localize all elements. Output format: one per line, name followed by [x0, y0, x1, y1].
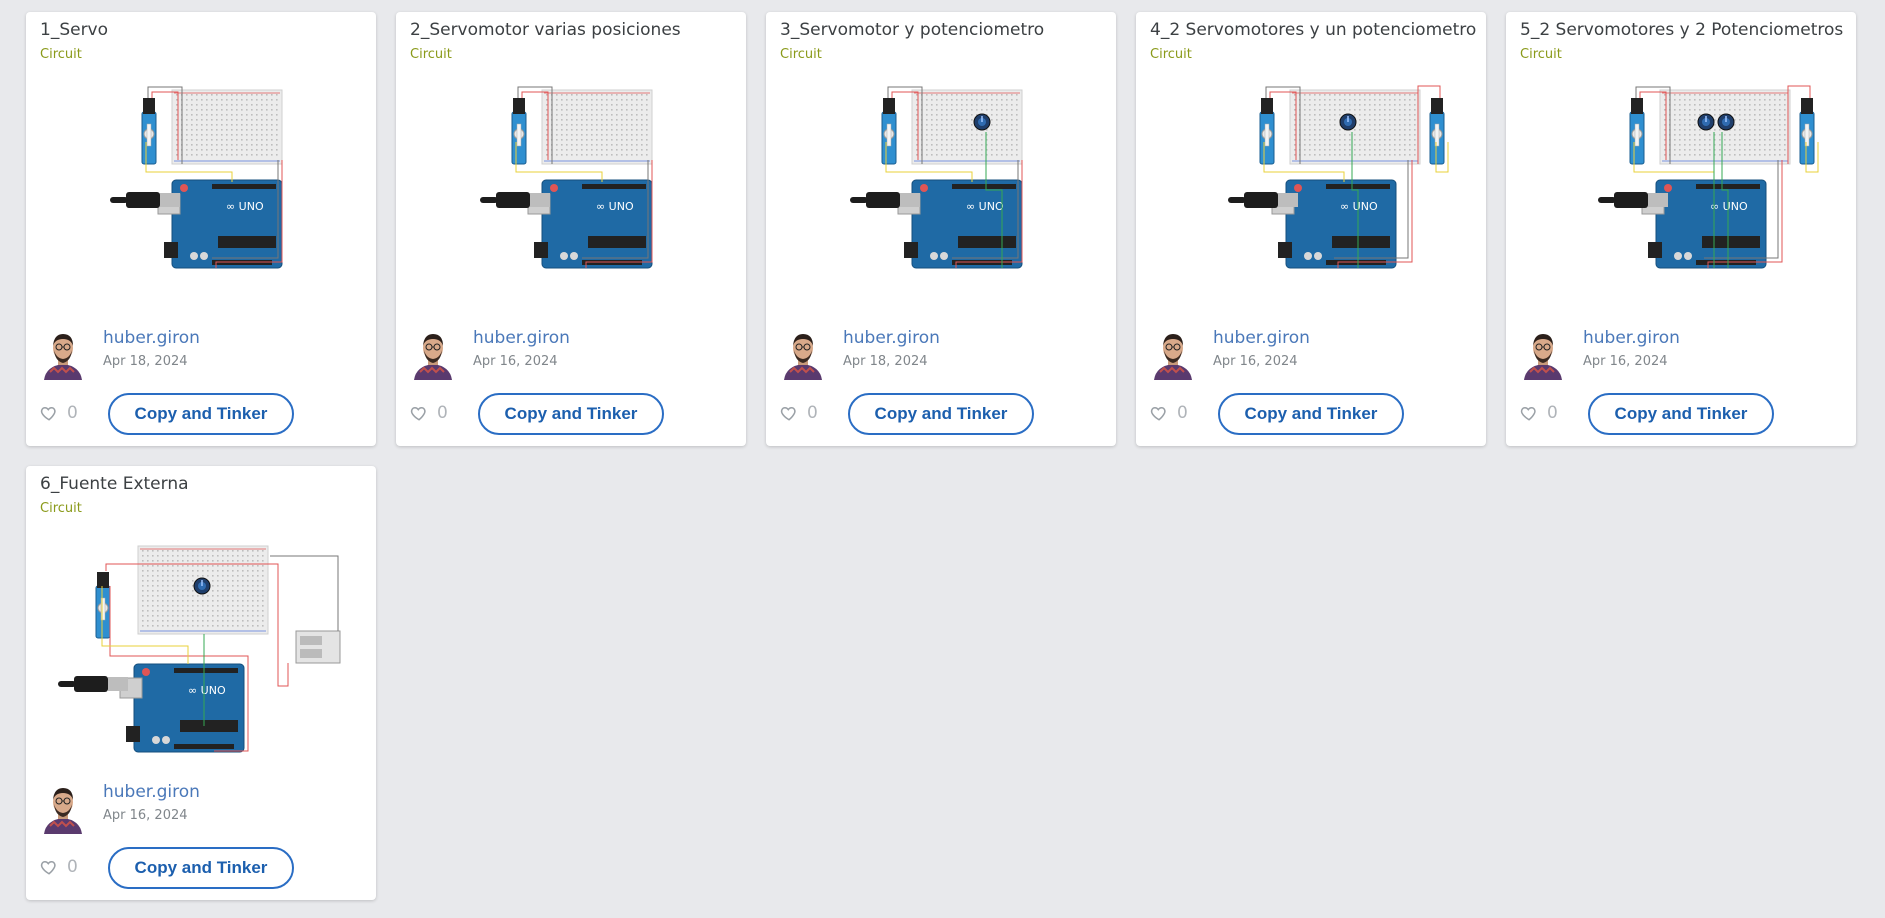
author-link[interactable]: huber.giron: [1583, 328, 1680, 348]
copy-and-tinker-button[interactable]: Copy and Tinker: [848, 393, 1034, 435]
like-count: 0: [67, 857, 78, 877]
design-card[interactable]: 4_2 Servomotores y un potenciometro Circ…: [1136, 12, 1486, 446]
author-link[interactable]: huber.giron: [473, 328, 570, 348]
heart-outline-icon[interactable]: [40, 404, 58, 422]
like-count: 0: [1547, 403, 1558, 423]
svg-text:∞ UNO: ∞ UNO: [966, 200, 1004, 213]
svg-text:∞ UNO: ∞ UNO: [226, 200, 264, 213]
design-card[interactable]: 1_Servo Circuit ∞ UNO huber.giron Apr 18…: [26, 12, 376, 446]
like-count: 0: [1177, 403, 1188, 423]
heart-outline-icon[interactable]: [1520, 404, 1538, 422]
author-link[interactable]: huber.giron: [1213, 328, 1310, 348]
user-avatar-icon[interactable]: [40, 782, 86, 834]
copy-and-tinker-button[interactable]: Copy and Tinker: [108, 847, 294, 889]
design-title[interactable]: 3_Servomotor y potenciometro: [780, 20, 1106, 40]
user-avatar-icon[interactable]: [780, 328, 826, 380]
author-link[interactable]: huber.giron: [843, 328, 940, 348]
design-type-label: Circuit: [410, 47, 452, 62]
author-link[interactable]: huber.giron: [103, 782, 200, 802]
design-date: Apr 16, 2024: [473, 354, 558, 369]
heart-outline-icon[interactable]: [1150, 404, 1168, 422]
design-type-label: Circuit: [40, 501, 82, 516]
heart-outline-icon[interactable]: [410, 404, 428, 422]
svg-text:∞ UNO: ∞ UNO: [188, 684, 226, 697]
design-type-label: Circuit: [40, 47, 82, 62]
heart-outline-icon[interactable]: [780, 404, 798, 422]
like-count: 0: [67, 403, 78, 423]
designs-grid: 1_Servo Circuit ∞ UNO huber.giron Apr 18…: [26, 12, 1862, 912]
like-count: 0: [807, 403, 818, 423]
design-date: Apr 16, 2024: [1583, 354, 1668, 369]
circuit-thumbnail[interactable]: ∞ UNO: [1518, 72, 1844, 322]
circuit-thumbnail[interactable]: ∞ UNO: [778, 72, 1104, 322]
design-date: Apr 16, 2024: [1213, 354, 1298, 369]
design-date: Apr 16, 2024: [103, 808, 188, 823]
circuit-thumbnail[interactable]: ∞ UNO: [1148, 72, 1474, 322]
design-title[interactable]: 6_Fuente Externa: [40, 474, 366, 494]
design-card[interactable]: 5_2 Servomotores y 2 Potenciometros Circ…: [1506, 12, 1856, 446]
like-count: 0: [437, 403, 448, 423]
copy-and-tinker-button[interactable]: Copy and Tinker: [1218, 393, 1404, 435]
author-link[interactable]: huber.giron: [103, 328, 200, 348]
design-title[interactable]: 2_Servomotor varias posiciones: [410, 20, 736, 40]
svg-text:∞ UNO: ∞ UNO: [596, 200, 634, 213]
design-title[interactable]: 4_2 Servomotores y un potenciometro: [1150, 20, 1476, 40]
heart-outline-icon[interactable]: [40, 858, 58, 876]
design-card[interactable]: 2_Servomotor varias posiciones Circuit ∞…: [396, 12, 746, 446]
user-avatar-icon[interactable]: [1520, 328, 1566, 380]
design-type-label: Circuit: [1520, 47, 1562, 62]
circuit-thumbnail[interactable]: ∞ UNO: [408, 72, 734, 322]
copy-and-tinker-button[interactable]: Copy and Tinker: [108, 393, 294, 435]
copy-and-tinker-button[interactable]: Copy and Tinker: [478, 393, 664, 435]
design-title[interactable]: 5_2 Servomotores y 2 Potenciometros: [1520, 20, 1846, 40]
user-avatar-icon[interactable]: [1150, 328, 1196, 380]
design-type-label: Circuit: [780, 47, 822, 62]
design-card[interactable]: 3_Servomotor y potenciometro Circuit ∞ U…: [766, 12, 1116, 446]
svg-text:∞ UNO: ∞ UNO: [1340, 200, 1378, 213]
user-avatar-icon[interactable]: [410, 328, 456, 380]
design-card[interactable]: 6_Fuente Externa Circuit ∞ UNO huber.gir…: [26, 466, 376, 900]
user-avatar-icon[interactable]: [40, 328, 86, 380]
design-date: Apr 18, 2024: [843, 354, 928, 369]
copy-and-tinker-button[interactable]: Copy and Tinker: [1588, 393, 1774, 435]
svg-text:∞ UNO: ∞ UNO: [1710, 200, 1748, 213]
design-date: Apr 18, 2024: [103, 354, 188, 369]
design-type-label: Circuit: [1150, 47, 1192, 62]
circuit-thumbnail[interactable]: ∞ UNO: [38, 526, 364, 776]
circuit-thumbnail[interactable]: ∞ UNO: [38, 72, 364, 322]
design-title[interactable]: 1_Servo: [40, 20, 366, 40]
